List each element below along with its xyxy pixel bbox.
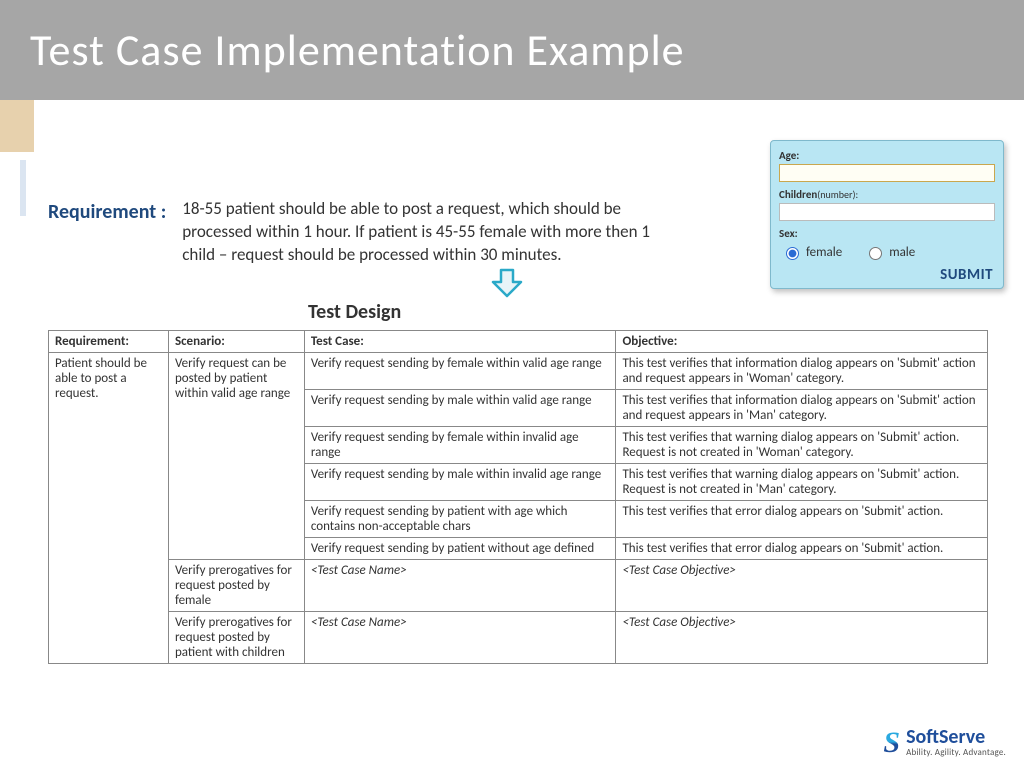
cell-scenario-1: Verify request can be posted by patient … [168,353,304,560]
cell-obj: This test verifies that information dial… [616,353,988,390]
page-title: Test Case Implementation Example [30,23,685,77]
radio-female-input[interactable] [786,247,799,260]
accent-thin [20,160,26,216]
submit-button[interactable]: SUBMIT [779,262,995,284]
brand-logo: S SoftServe Ability. Agility. Advantage. [883,727,1006,758]
th-testcase: Test Case: [304,331,616,353]
cell-tc: Verify request sending by patient with a… [304,501,616,538]
cell-tc: Verify request sending by female within … [304,353,616,390]
cell-scenario-3: Verify prerogatives for request posted b… [168,612,304,664]
requirement-label: Requirement : [48,140,166,224]
th-objective: Objective: [616,331,988,353]
cell-obj-placeholder: <Test Case Objective> [616,560,988,612]
title-bar: Test Case Implementation Example [0,0,1024,100]
th-scenario: Scenario: [168,331,304,353]
th-requirement: Requirement: [49,331,169,353]
radio-female-label: female [806,245,842,260]
children-input[interactable] [779,203,995,221]
cell-tc: Verify request sending by male within in… [304,464,616,501]
cell-obj: This test verifies that error dialog app… [616,538,988,560]
cell-tc: Verify request sending by patient withou… [304,538,616,560]
children-label: Children(number): [779,188,995,201]
cell-obj-placeholder: <Test Case Objective> [616,612,988,664]
radio-female[interactable]: female [781,244,842,260]
radio-male-input[interactable] [869,247,882,260]
accent-block [0,100,34,152]
logo-tagline: Ability. Agility. Advantage. [906,747,1006,758]
cell-obj: This test verifies that error dialog app… [616,501,988,538]
cell-tc-placeholder: <Test Case Name> [304,612,616,664]
table-row: Verify prerogatives for request posted b… [49,612,988,664]
test-design-table: Requirement: Scenario: Test Case: Object… [48,330,988,664]
cell-tc-placeholder: <Test Case Name> [304,560,616,612]
cell-obj: This test verifies that information dial… [616,390,988,427]
sex-label: Sex: [779,227,995,240]
age-input[interactable] [779,164,995,182]
cell-requirement: Patient should be able to post a request… [49,353,169,664]
arrow-down-icon [488,268,526,298]
section-title: Test Design [308,300,401,324]
radio-male[interactable]: male [864,244,915,260]
logo-brand: SoftServe [906,727,1006,747]
cell-obj: This test verifies that warning dialog a… [616,464,988,501]
cell-obj: This test verifies that warning dialog a… [616,427,988,464]
content-area: Requirement : 18-55 patient should be ab… [48,140,1004,267]
logo-mark-icon: S [883,731,900,755]
table-row: Patient should be able to post a request… [49,353,988,390]
table-header-row: Requirement: Scenario: Test Case: Object… [49,331,988,353]
cell-scenario-2: Verify prerogatives for request posted b… [168,560,304,612]
sample-form-panel: Age: Children(number): Sex: female male … [770,140,1004,289]
table-row: Verify prerogatives for request posted b… [49,560,988,612]
cell-tc: Verify request sending by female within … [304,427,616,464]
requirement-text: 18-55 patient should be able to post a r… [182,140,662,267]
cell-tc: Verify request sending by male within va… [304,390,616,427]
radio-male-label: male [889,245,915,260]
age-label: Age: [779,149,995,162]
